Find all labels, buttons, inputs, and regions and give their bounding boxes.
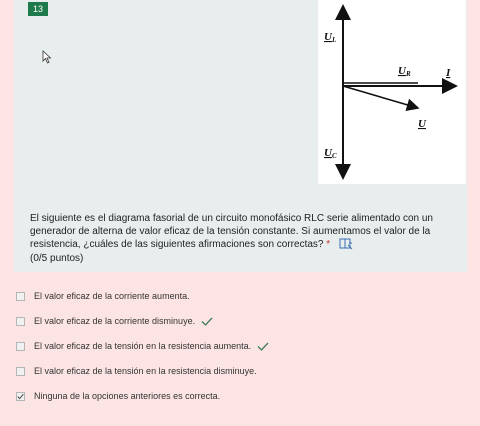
option-label: El valor eficaz de la corriente disminuy…: [34, 316, 196, 326]
option-row[interactable]: El valor eficaz de la corriente disminuy…: [16, 314, 213, 328]
phasor-U-arrow: [342, 85, 420, 111]
label-UR: UR: [398, 65, 411, 78]
phasor-diagram: UL UR I U UC: [318, 0, 466, 184]
label-I: I: [445, 67, 451, 79]
option-checkbox[interactable]: [16, 316, 25, 326]
label-UL: UL: [324, 31, 336, 44]
option-checkbox-checked[interactable]: [16, 391, 25, 401]
option-checkbox[interactable]: [16, 366, 25, 376]
question-text: El siguiente es el diagrama fasorial de …: [30, 213, 433, 250]
option-row[interactable]: Ninguna de la opciones anteriores es cor…: [16, 389, 220, 403]
label-UC: UC: [324, 147, 337, 160]
checkbox-checkmark-icon: [17, 393, 24, 400]
question-text-block: El siguiente es el diagrama fasorial de …: [30, 212, 450, 265]
option-label: Ninguna de la opciones anteriores es cor…: [34, 391, 221, 401]
option-checkbox[interactable]: [16, 291, 25, 301]
label-U: U: [418, 118, 427, 130]
option-row[interactable]: El valor eficaz de la tensión en la resi…: [16, 339, 269, 353]
immersive-reader-icon[interactable]: [339, 238, 353, 250]
question-number-badge: 13: [28, 2, 48, 16]
option-row[interactable]: El valor eficaz de la corriente aumenta.: [16, 289, 190, 303]
required-asterisk: *: [326, 239, 331, 250]
option-checkbox[interactable]: [16, 341, 25, 351]
checkmark-icon: [201, 317, 213, 326]
option-label: El valor eficaz de la tensión en la resi…: [34, 366, 257, 376]
mouse-pointer-icon: [42, 50, 52, 64]
question-points: (0/5 puntos): [30, 253, 84, 264]
option-label: El valor eficaz de la tensión en la resi…: [34, 341, 252, 351]
option-row[interactable]: El valor eficaz de la tensión en la resi…: [16, 364, 257, 378]
option-label: El valor eficaz de la corriente aumenta.: [34, 291, 190, 301]
checkmark-icon: [257, 342, 269, 351]
